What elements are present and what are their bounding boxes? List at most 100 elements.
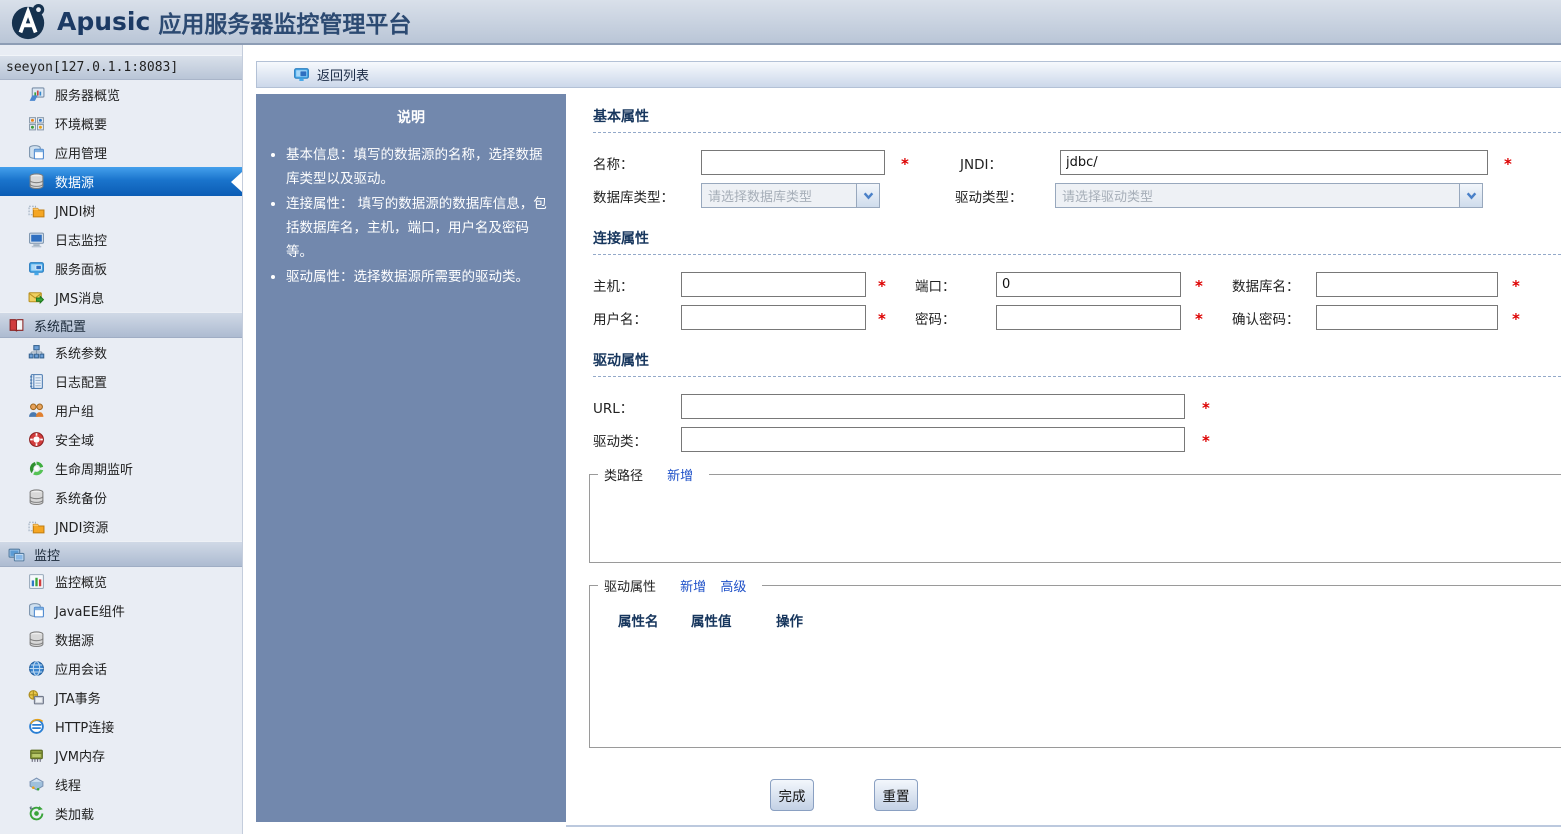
port-input[interactable] — [996, 272, 1181, 297]
section-connection-title: 连接属性 — [593, 231, 649, 247]
sidebar-section-monitor[interactable]: 监控 — [0, 541, 242, 567]
jndi-input[interactable] — [1060, 150, 1488, 175]
sidebar-item-app-session[interactable]: 应用会话 — [0, 654, 242, 683]
driver-props-add-link[interactable]: 新增 — [680, 580, 706, 595]
sidebar-item-label: 日志配置 — [55, 376, 108, 391]
sidebar-item-lifecycle-listener[interactable]: 生命周期监听 — [0, 454, 242, 483]
help-title: 说明 — [397, 110, 425, 126]
params-tree-icon — [28, 344, 45, 361]
sidebar-item-label: 服务面板 — [55, 263, 108, 278]
sidebar-item-log-monitor[interactable]: 日志监控 — [0, 225, 242, 254]
sidebar-item-jta-transaction[interactable]: JTA事务 — [0, 683, 242, 712]
required-star: * — [878, 310, 886, 328]
jar-icon — [28, 602, 45, 619]
password-input[interactable] — [996, 305, 1181, 330]
folder-tree-icon — [28, 202, 45, 219]
sidebar-item-label: 类加载 — [55, 808, 95, 823]
users-icon — [28, 402, 45, 419]
sidebar-section-label: 监控 — [34, 548, 61, 564]
sidebar-item-label: 系统参数 — [55, 347, 108, 362]
sidebar-item-label: 生命周期监听 — [55, 463, 134, 478]
apusic-logo-icon — [10, 3, 48, 41]
prop-action-column-header: 操作 — [776, 614, 803, 630]
sidebar-item-env-overview[interactable]: 环境概要 — [0, 109, 242, 138]
driver-props-legend: 驱动属性 — [604, 580, 657, 595]
driver-props-advanced-link[interactable]: 高级 — [720, 580, 746, 595]
host-label: 主机： — [593, 278, 634, 295]
sidebar-item-label: 应用会话 — [55, 663, 108, 678]
sidebar-item-system-params[interactable]: 系统参数 — [0, 338, 242, 367]
driver-props-fieldset: 驱动属性 新增 高级 属性名 属性值 操作 — [589, 576, 1561, 748]
sidebar-item-label: JavaEE组件 — [55, 605, 125, 620]
sidebar-item-security-domain[interactable]: 安全域 — [0, 425, 242, 454]
app-header: Apusic 应用服务器监控管理平台 — [0, 0, 1561, 45]
sidebar-item-label: 服务器概览 — [55, 89, 121, 104]
reset-button[interactable]: 重置 — [874, 779, 918, 811]
db-type-select[interactable]: 请选择数据库类型 — [701, 183, 880, 208]
db-type-placeholder: 请选择数据库类型 — [708, 190, 813, 205]
sidebar-item-label: 系统备份 — [55, 492, 108, 507]
name-input[interactable] — [701, 150, 885, 175]
submit-button[interactable]: 完成 — [770, 779, 814, 811]
url-label: URL： — [593, 400, 634, 417]
lifebuoy-icon — [28, 431, 45, 448]
folder-tree-icon — [28, 518, 45, 535]
database-icon — [28, 631, 45, 648]
main-area: 返回列表 说明 基本信息：填写的数据源的名称，选择数据库类型以及驱动。 连接属性… — [243, 45, 1561, 834]
brand-name: Apusic — [57, 7, 151, 36]
sidebar-item-datasource-monitor[interactable]: 数据源 — [0, 625, 242, 654]
help-list: 基本信息：填写的数据源的名称，选择数据库类型以及驱动。 连接属性： 填写的数据源… — [256, 143, 566, 289]
sidebar-item-datasource[interactable]: 数据源 — [0, 167, 242, 196]
help-bullet: 基本信息：填写的数据源的名称，选择数据库类型以及驱动。 — [286, 143, 552, 191]
prop-name-column-header: 属性名 — [618, 614, 659, 630]
port-label: 端口： — [915, 278, 956, 295]
driver-type-select[interactable]: 请选择驱动类型 — [1055, 183, 1483, 208]
sidebar-item-jms-message[interactable]: JMS消息 — [0, 283, 242, 312]
sidebar-item-user-group[interactable]: 用户组 — [0, 396, 242, 425]
username-input[interactable] — [681, 305, 866, 330]
sidebar-item-server-overview[interactable]: 服务器概览 — [0, 80, 242, 109]
host-input[interactable] — [681, 272, 866, 297]
classpath-add-link[interactable]: 新增 — [667, 469, 693, 484]
username-label: 用户名： — [593, 311, 647, 328]
sidebar-item-class-loading[interactable]: 类加载 — [0, 799, 242, 828]
url-input[interactable] — [681, 394, 1185, 419]
required-star: * — [878, 277, 886, 295]
globe-icon — [28, 660, 45, 677]
driver-type-label: 驱动类型： — [955, 189, 1023, 206]
sidebar-item-service-panel[interactable]: 服务面板 — [0, 254, 242, 283]
toolbar: 返回列表 — [256, 61, 1561, 88]
sidebar-item-monitor-overview[interactable]: 监控概览 — [0, 567, 242, 596]
sidebar-item-jndi-tree[interactable]: JNDI树 — [0, 196, 242, 225]
sidebar-item-thread[interactable]: 线程 — [0, 770, 242, 799]
help-bullet: 驱动属性：选择数据源所需要的驱动类。 — [286, 265, 552, 289]
sidebar-item-jvm-memory[interactable]: JVM内存 — [0, 741, 242, 770]
datasource-form: 基本属性 名称： * JNDI： * 数据库类型： 请选择数据库类型 — [566, 94, 1561, 827]
content: 说明 基本信息：填写的数据源的名称，选择数据库类型以及驱动。 连接属性： 填写的… — [256, 94, 1561, 827]
notebook-icon — [28, 373, 45, 390]
sidebar-item-system-backup[interactable]: 系统备份 — [0, 483, 242, 512]
transaction-icon — [28, 689, 45, 706]
sidebar-section-system-config[interactable]: 系统配置 — [0, 312, 242, 338]
classpath-legend: 类路径 — [604, 469, 644, 484]
sidebar-item-javaee-components[interactable]: JavaEE组件 — [0, 596, 242, 625]
driver-class-input[interactable] — [681, 427, 1185, 452]
monitor-icon — [28, 231, 45, 248]
server-overview-icon — [28, 86, 45, 103]
sidebar-item-jndi-resource[interactable]: JNDI资源 — [0, 512, 242, 541]
back-to-list-button[interactable]: 返回列表 — [293, 65, 369, 84]
jndi-label: JNDI： — [960, 156, 1002, 173]
required-star: * — [901, 155, 909, 173]
confirm-password-input[interactable] — [1316, 305, 1498, 330]
sidebar-item-log-config[interactable]: 日志配置 — [0, 367, 242, 396]
sidebar-section-label: 系统配置 — [34, 319, 87, 335]
sidebar-item-app-management[interactable]: 应用管理 — [0, 138, 242, 167]
required-star: * — [1195, 310, 1203, 328]
db-name-input[interactable] — [1316, 272, 1498, 297]
sidebar-item-label: 环境概要 — [55, 118, 108, 133]
driver-type-placeholder: 请选择驱动类型 — [1062, 190, 1154, 205]
prop-value-column-header: 属性值 — [691, 614, 732, 630]
sidebar-item-http-connection[interactable]: HTTP连接 — [0, 712, 242, 741]
browser-icon — [28, 718, 45, 735]
